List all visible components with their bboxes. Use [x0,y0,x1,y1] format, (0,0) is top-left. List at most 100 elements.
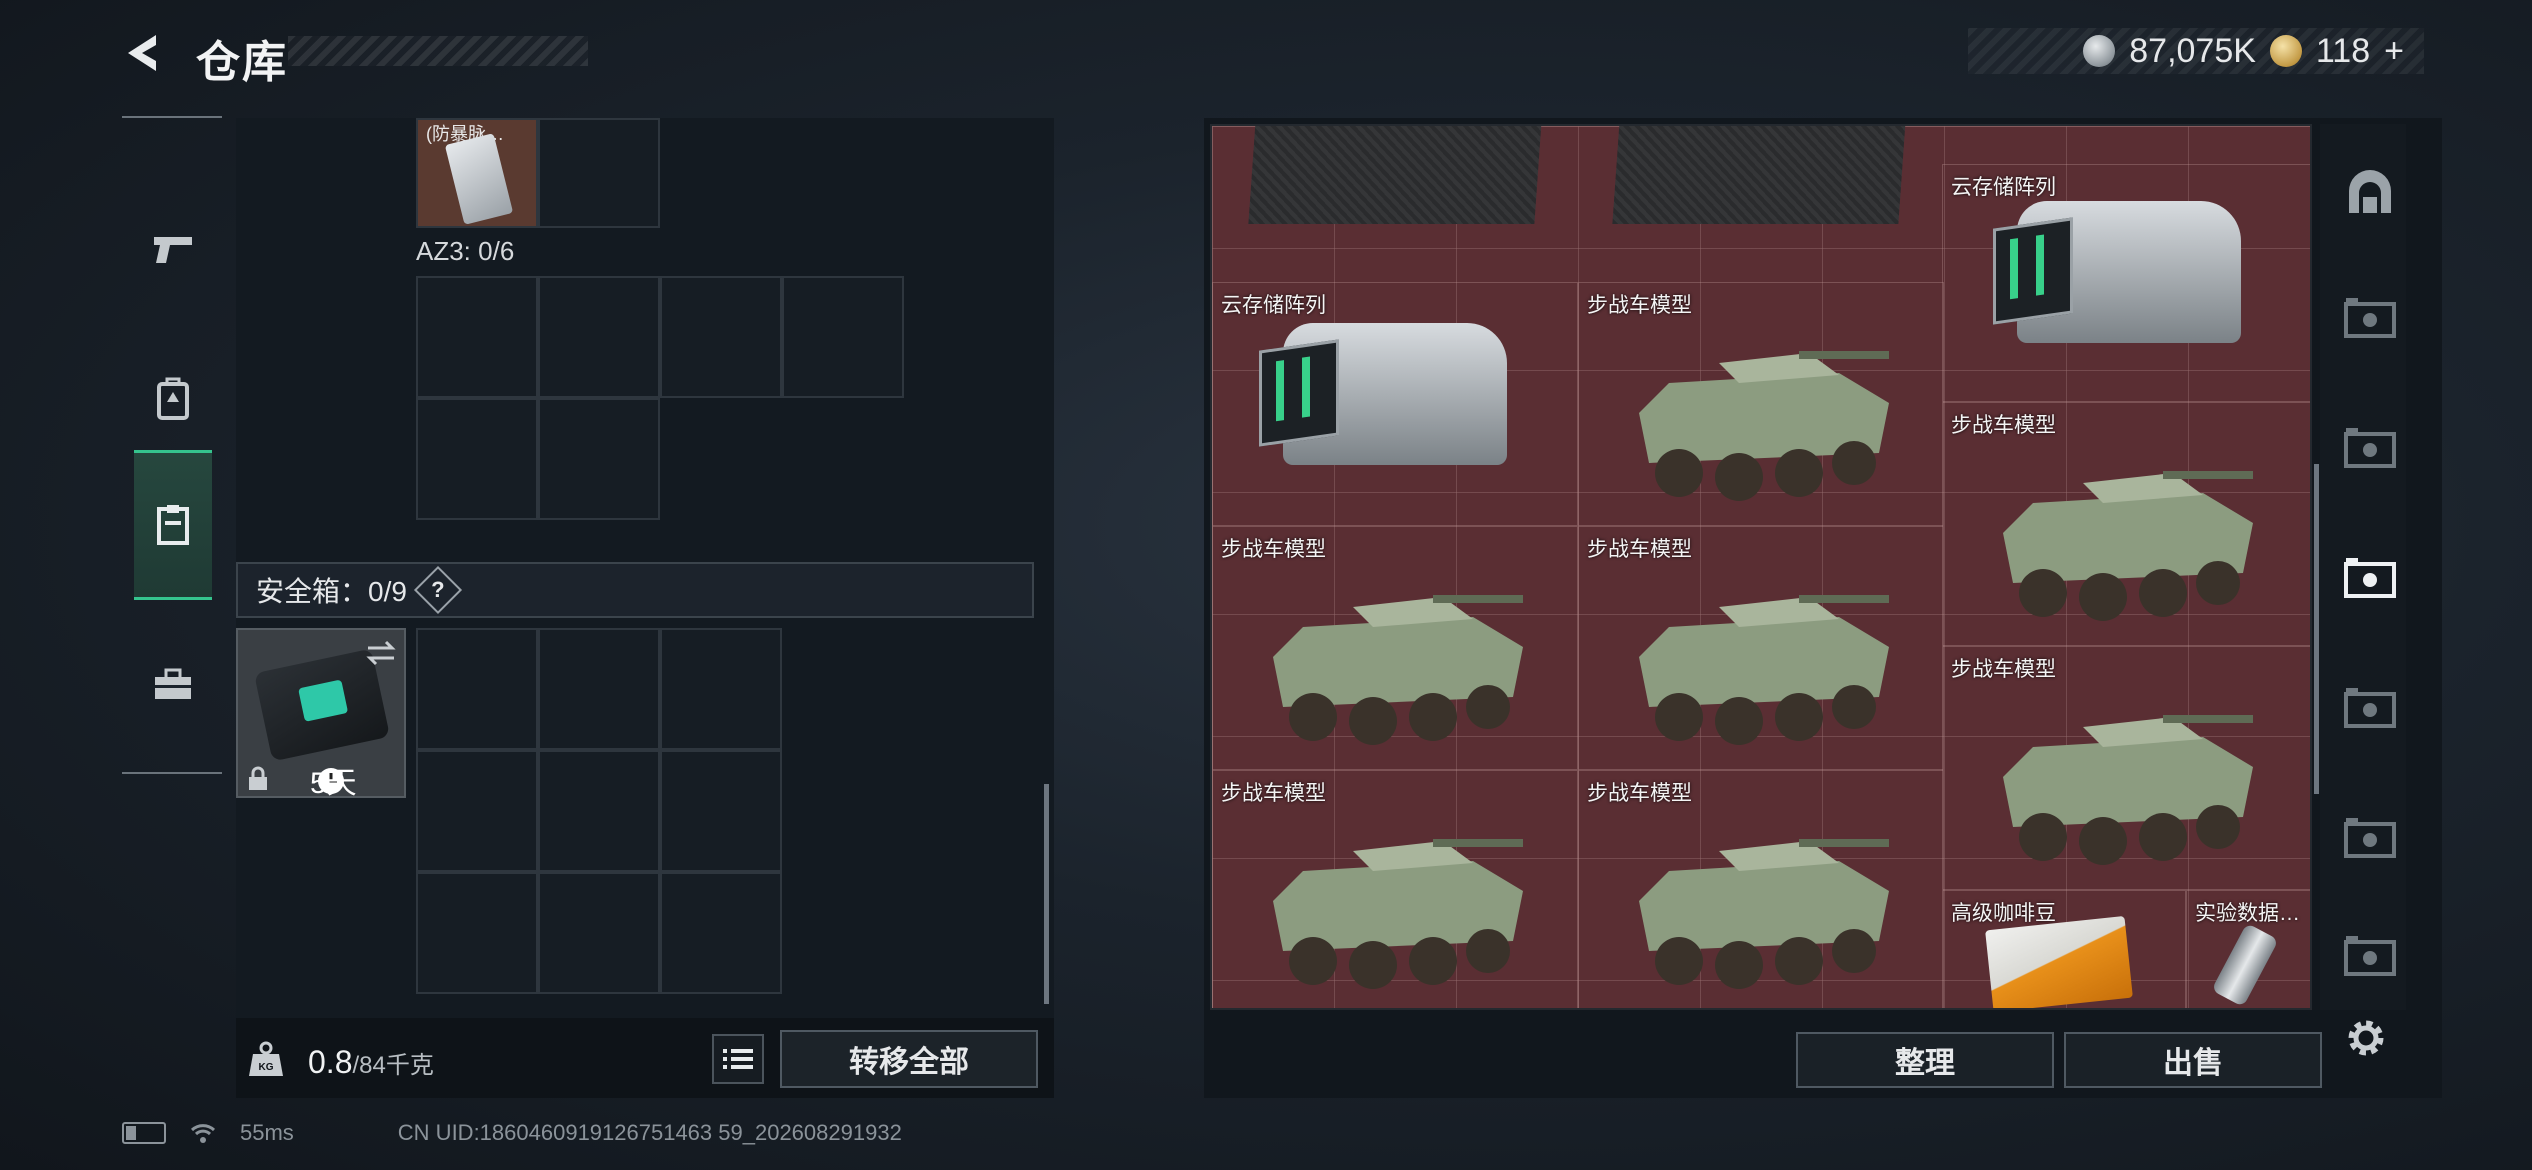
server-image [1259,323,1507,465]
svg-text:KG: KG [259,1062,274,1073]
stash-tab-6[interactable] [2340,808,2400,868]
empty-slot[interactable] [538,118,660,228]
ifv-model-image [2003,715,2253,865]
case-icon [2344,298,2396,338]
add-currency-button[interactable]: + [2384,32,2404,71]
back-button[interactable] [118,28,168,78]
wifi-icon [190,1124,216,1143]
silver-currency-value: 87,075K [2129,31,2256,70]
stash-item[interactable]: 高级咖啡豆 [1942,890,2186,1008]
page-title: 仓库 [196,38,288,87]
stash-item[interactable]: 步战车模型 [1578,526,1944,770]
max-weight: /84千克 [352,1052,434,1079]
case-icon [2344,688,2396,728]
list-view-button[interactable] [712,1034,764,1084]
case-icon [2344,558,2396,598]
settings-button[interactable] [2338,1010,2394,1066]
az3-capacity-label: AZ3: 0/6 [416,236,515,266]
safebox-slot[interactable] [416,628,538,750]
item-label: 云存储阵列 [1951,176,2056,199]
uid-text: CN UID:1860460919126751463 59_2026082919… [397,1120,902,1145]
nav-vest-tab[interactable] [134,450,212,600]
stash-tab-2[interactable] [2340,288,2400,348]
ping-readout: 55ms [240,1120,294,1145]
vest-item-slot[interactable]: (防暴脉… [416,118,538,228]
ifv-model-image [1639,595,1889,745]
silver-coin-icon [2083,35,2116,67]
stash-grid: 云存储阵列 云存储阵列 步战车模型 步战车模型 步战车模型 步战车模型 步战车模… [1210,124,2312,1010]
equipment-scrollbar[interactable] [1044,784,1049,1004]
currency-bar: 87,075K 118 + [1968,28,2424,74]
safebox-days-remaining: 5天 [310,767,357,800]
stash-item[interactable]: 步战车模型 [1212,526,1578,770]
ifv-model-image [1273,839,1523,989]
weight-readout: 0.8/84千克 [308,1044,434,1081]
safebox-slot[interactable] [538,750,660,872]
stash-item[interactable]: 步战车模型 [1212,770,1578,1008]
nav-toolbox-tab[interactable] [134,610,212,760]
armor-plate-image [444,133,514,225]
safebox-header: 安全箱：0/9 ? [236,562,1034,618]
help-icon: ? [431,576,445,602]
battery-icon [122,1122,166,1144]
weight-kg-icon: KG [249,1041,283,1076]
stash-tab-3[interactable] [2340,418,2400,478]
empty-slot[interactable] [416,398,538,520]
empty-slot[interactable] [660,276,782,398]
safebox-help-button[interactable]: ? [413,565,462,615]
item-label: 高级咖啡豆 [1951,902,2056,925]
stash-tab-7[interactable] [2340,936,2400,976]
case-icon [2344,428,2396,468]
stash-item[interactable]: 步战车模型 [1942,646,2310,890]
swap-icon[interactable] [364,638,398,668]
safebox-slot[interactable] [538,872,660,994]
safebox-label: 安全箱：0/9 [256,576,407,607]
ifv-model-image [1639,351,1889,501]
empty-slot[interactable] [416,276,538,398]
stash-tab-1[interactable] [2340,162,2400,222]
left-category-nav [122,116,222,774]
safebox-slot[interactable] [660,750,782,872]
empty-slot[interactable] [538,398,660,520]
vest-icon [157,505,189,545]
stash-item[interactable]: 步战车模型 [1578,770,1944,1008]
pistol-icon [154,237,192,263]
transfer-all-button[interactable]: 转移全部 [780,1030,1038,1088]
ifv-model-image [1639,839,1889,989]
safebox-slot[interactable] [538,628,660,750]
empty-slot[interactable] [782,276,904,398]
stash-tab-4[interactable] [2340,548,2400,608]
stash-item[interactable]: 云存储阵列 [1212,282,1578,526]
weight-icon-box: KG [236,1022,296,1096]
item-label: 云存储阵列 [1221,294,1326,317]
back-arrow-icon [128,35,156,71]
safebox-slot[interactable] [660,872,782,994]
empty-slot[interactable] [538,276,660,398]
safebox-slot[interactable] [660,628,782,750]
case-icon [2344,936,2396,976]
toolbox-icon [155,668,191,699]
coffee-bag-image [1985,915,2133,1008]
list-icon [723,1049,753,1069]
nav-weapons-tab[interactable] [134,174,212,324]
stash-scrollbar[interactable] [2314,464,2319,794]
gold-currency-value: 118 [2315,31,2371,70]
server-image [1993,201,2241,343]
sort-button[interactable]: 整理 [1796,1032,2054,1088]
safebox-slot[interactable] [416,750,538,872]
tactical-pad-item[interactable] [1612,126,1906,224]
stash-item[interactable]: 步战车模型 [1578,282,1944,526]
stash-item[interactable]: 云存储阵列 [1942,164,2310,402]
status-bar: 55ms CN UID:1860460919126751463 59_20260… [122,1120,902,1146]
current-weight: 0.8 [308,1044,353,1080]
data-flask-image [2211,922,2279,1008]
ifv-model-image [1273,595,1523,745]
tactical-pad-item[interactable] [1248,126,1542,224]
stash-tab-5[interactable] [2340,678,2400,738]
stash-item[interactable]: 步战车模型 [1942,402,2310,646]
safebox-slot[interactable] [416,872,538,994]
title-decoration [288,36,588,66]
stash-page-tabs [2320,124,2406,1010]
stash-item[interactable]: 实验数据… [2186,890,2310,1008]
sell-button[interactable]: 出售 [2064,1032,2322,1088]
